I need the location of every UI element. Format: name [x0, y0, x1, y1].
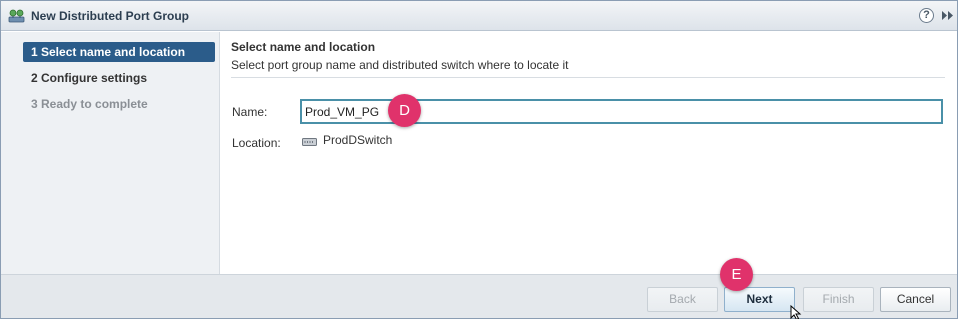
new-distributed-port-group-dialog: New Distributed Port Group ? 1 Select na…: [0, 0, 958, 319]
wizard-content: Select name and location Select port gro…: [221, 32, 957, 274]
section-description: Select port group name and distributed s…: [231, 58, 569, 72]
name-label: Name:: [232, 105, 268, 119]
annotation-badge-d: D: [388, 94, 421, 127]
step-select-name-and-location[interactable]: 1 Select name and location: [23, 42, 215, 62]
step-ready-to-complete: 3 Ready to complete: [31, 97, 148, 111]
distributed-port-group-icon: [8, 9, 25, 23]
annotation-badge-e: E: [720, 258, 753, 291]
location-label: Location:: [232, 136, 281, 150]
cancel-button[interactable]: Cancel: [880, 287, 951, 312]
dialog-footer: Back Next Finish Cancel: [1, 274, 957, 318]
section-title: Select name and location: [231, 40, 376, 54]
divider: [231, 77, 945, 78]
double-chevron-right-icon[interactable]: [941, 9, 954, 22]
step-configure-settings[interactable]: 2 Configure settings: [23, 68, 215, 88]
mouse-cursor-icon: [790, 305, 802, 319]
wizard-steps-sidebar: 1 Select name and location 2 Configure s…: [1, 32, 220, 274]
title-bar: New Distributed Port Group ?: [1, 1, 957, 31]
dialog-title: New Distributed Port Group: [31, 9, 190, 23]
help-icon[interactable]: ?: [919, 8, 934, 23]
location-value: ProdDSwitch: [323, 133, 393, 147]
distributed-switch-icon: [302, 138, 317, 146]
finish-button[interactable]: Finish: [803, 287, 874, 312]
back-button[interactable]: Back: [647, 287, 718, 312]
